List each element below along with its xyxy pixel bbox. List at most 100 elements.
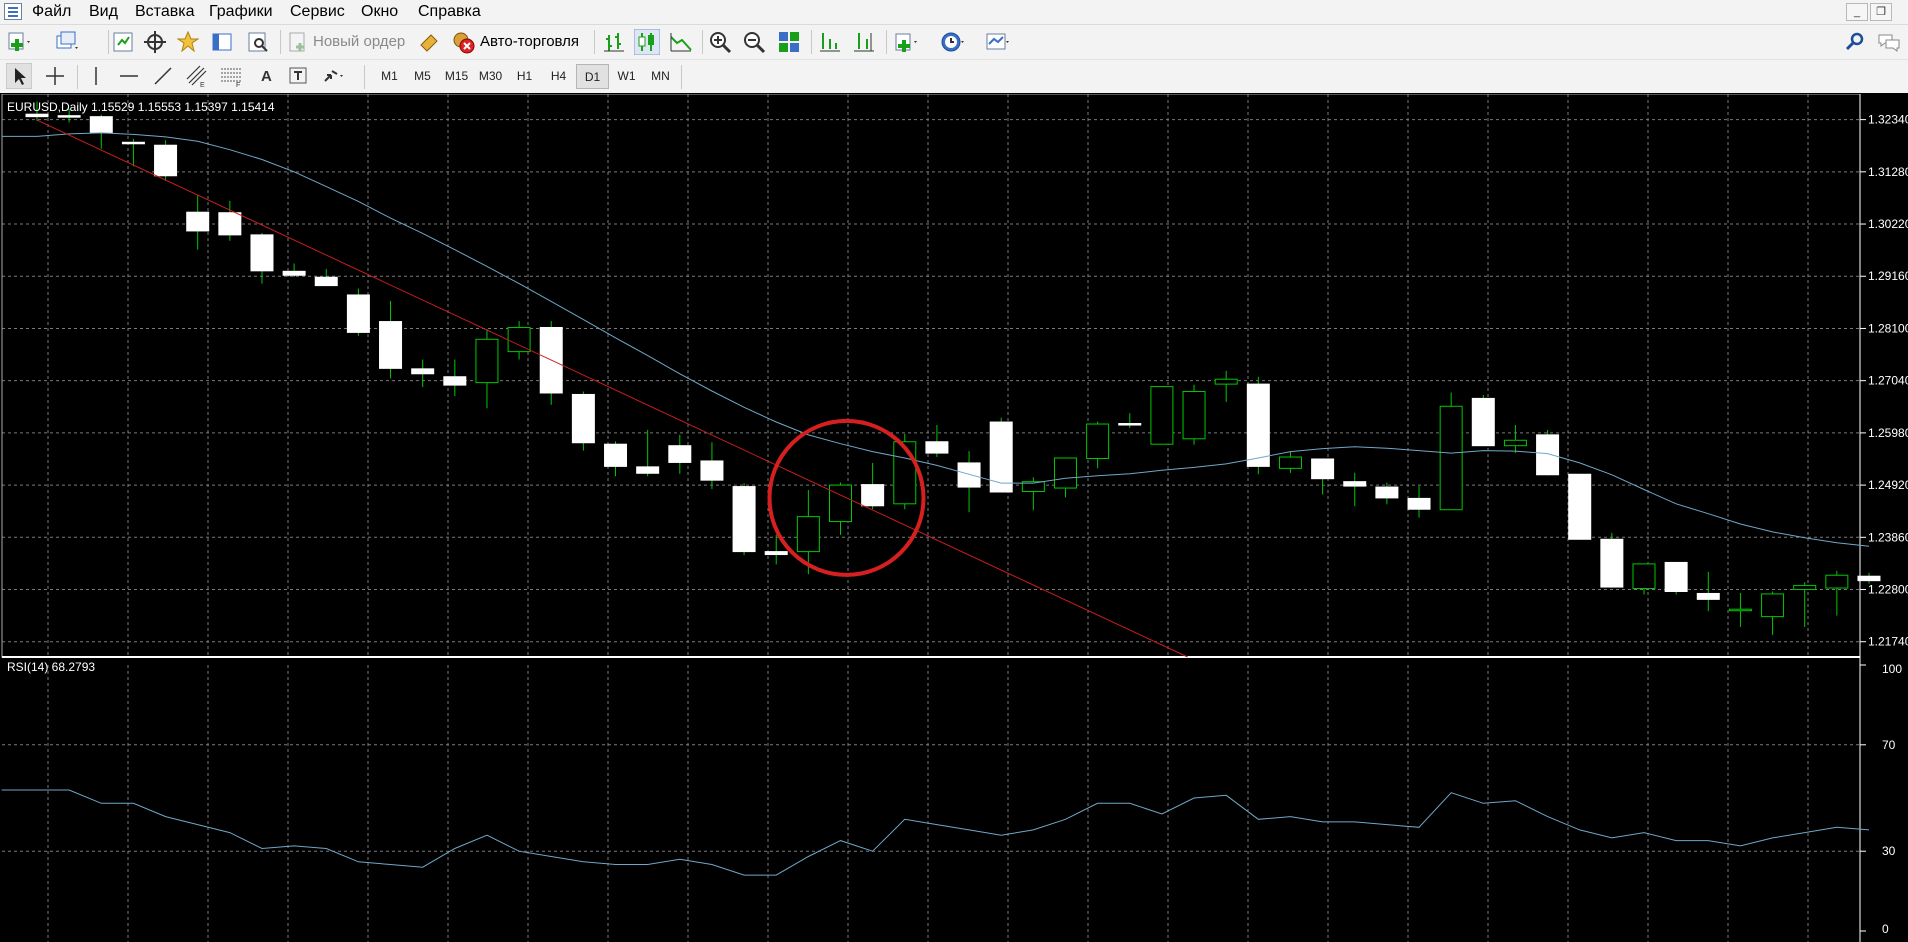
candle-bearish [957, 462, 981, 488]
market-watch-icon[interactable] [110, 29, 136, 55]
candle-bearish [1568, 473, 1592, 540]
periods-icon[interactable] [940, 29, 966, 55]
candle-bearish [1471, 397, 1495, 447]
chart-window[interactable]: 1.32340 1.31280 1.30220 1.29160 1.28100 1.270… [0, 94, 1908, 942]
app-icon[interactable] [4, 3, 22, 20]
timeframe-m1[interactable]: M1 [373, 64, 406, 89]
timeframe-h4[interactable]: H4 [542, 64, 575, 89]
text-tool[interactable]: A [261, 60, 272, 93]
price-grid [2, 94, 1860, 657]
terminal-icon[interactable] [209, 29, 235, 55]
rsi-grid [2, 665, 1860, 942]
equidistant-channel-icon[interactable]: E [184, 63, 210, 89]
metaeditor-icon[interactable] [417, 29, 443, 55]
rsi-header: RSI(14) 68.2793 [7, 660, 95, 674]
candle-bearish [57, 115, 81, 118]
menu-view[interactable]: Вид [89, 0, 118, 24]
cursor-icon[interactable] [6, 63, 32, 89]
candle-bearish [861, 484, 885, 507]
candle-bearish [925, 441, 949, 454]
candle-bearish [154, 144, 178, 177]
timeframe-m5[interactable]: M5 [406, 64, 439, 89]
standard-toolbar: Новый ордер Авто-торговля [0, 25, 1908, 60]
candle-bearish [218, 212, 242, 236]
candle-bearish [636, 466, 660, 474]
strategy-tester-icon[interactable] [245, 29, 271, 55]
candle-bearish [668, 445, 692, 463]
menu-file[interactable]: Файл [32, 0, 71, 24]
candle-bearish [1536, 434, 1560, 476]
timeframe-h1[interactable]: H1 [508, 64, 541, 89]
indicators-icon[interactable] [893, 29, 919, 55]
crosshair-icon[interactable] [42, 63, 68, 89]
trendline-icon[interactable] [150, 63, 176, 89]
rsi-level-label: 0 [1882, 922, 1889, 936]
rsi-level-label: 70 [1882, 738, 1896, 752]
candle-bullish [1182, 391, 1206, 440]
new-chart-icon[interactable] [6, 29, 32, 55]
timeframe-mn[interactable]: MN [644, 64, 677, 89]
navigator-icon[interactable] [175, 29, 201, 55]
price-label: 1.24920 [1868, 478, 1908, 492]
rsi-level-label: 100 [1882, 662, 1902, 676]
new-order-icon[interactable] [285, 29, 311, 55]
trendline[interactable] [36, 119, 1188, 658]
candle-bullish [1632, 563, 1656, 590]
autotrading-button[interactable]: Авто-торговля [480, 25, 579, 59]
candle-bearish [379, 321, 403, 369]
arrows-icon[interactable] [320, 63, 346, 89]
candle-bearish [314, 276, 338, 287]
timeframe-w1[interactable]: W1 [610, 64, 643, 89]
price-label: 1.27040 [1868, 374, 1908, 388]
candle-bearish [1857, 575, 1881, 582]
chart-shift-icon[interactable] [817, 29, 843, 55]
vertical-line-icon[interactable] [83, 63, 109, 89]
menu-tools[interactable]: Сервис [290, 0, 345, 24]
menu-window[interactable]: Окно [361, 0, 398, 24]
candle-bearish [1696, 592, 1720, 600]
new-order-button[interactable]: Новый ордер [313, 25, 405, 59]
candle-bearish [604, 443, 628, 467]
candle-bullish [893, 441, 917, 505]
candle-bearish [250, 234, 274, 272]
menu-help[interactable]: Справка [418, 0, 481, 24]
drawing-toolbar: E F A M1 M5 M15 M30 H1 H4 D1 W1 MN [0, 60, 1908, 93]
autoscroll-icon[interactable] [851, 29, 877, 55]
candle-bearish [1407, 497, 1431, 510]
menu-bar: Файл Вид Вставка Графики Сервис Окно Спр… [0, 0, 1908, 25]
candle-bullish [1086, 423, 1110, 459]
candle-bearish [1600, 538, 1624, 588]
timeframe-m30[interactable]: M30 [474, 64, 507, 89]
line-chart-icon[interactable] [668, 29, 694, 55]
candle-bearish [411, 368, 435, 375]
menu-charts[interactable]: Графики [209, 0, 273, 24]
price-label: 1.28100 [1868, 321, 1908, 335]
autotrading-icon[interactable] [450, 29, 476, 55]
text-label-icon[interactable] [286, 63, 312, 89]
search-icon[interactable] [1843, 29, 1869, 55]
fibonacci-icon[interactable]: F [218, 63, 244, 89]
candle-bullish [1214, 378, 1238, 385]
zoom-out-icon[interactable] [741, 29, 767, 55]
tile-windows-icon[interactable] [776, 29, 802, 55]
zoom-in-icon[interactable] [707, 29, 733, 55]
minimize-button[interactable]: _ [1846, 3, 1868, 21]
candle-bearish [700, 460, 724, 481]
candle-bullish [475, 338, 499, 384]
restore-button[interactable]: ❐ [1870, 3, 1892, 21]
timeframe-m15[interactable]: M15 [440, 64, 473, 89]
horizontal-line-icon[interactable] [116, 63, 142, 89]
price-label: 1.22800 [1868, 583, 1908, 597]
timeframe-d1[interactable]: D1 [576, 64, 609, 89]
candle-bullish [1150, 386, 1174, 445]
bar-chart-icon[interactable] [601, 29, 627, 55]
candlestick-chart-icon[interactable] [634, 29, 660, 55]
candle-bullish [796, 516, 820, 553]
candle-bullish [1793, 585, 1817, 591]
candle-bullish [1761, 593, 1785, 618]
templates-icon[interactable] [985, 29, 1011, 55]
chat-icon[interactable] [1876, 29, 1902, 55]
menu-insert[interactable]: Вставка [135, 0, 194, 24]
data-window-icon[interactable] [142, 29, 168, 55]
profiles-icon[interactable] [54, 29, 80, 55]
